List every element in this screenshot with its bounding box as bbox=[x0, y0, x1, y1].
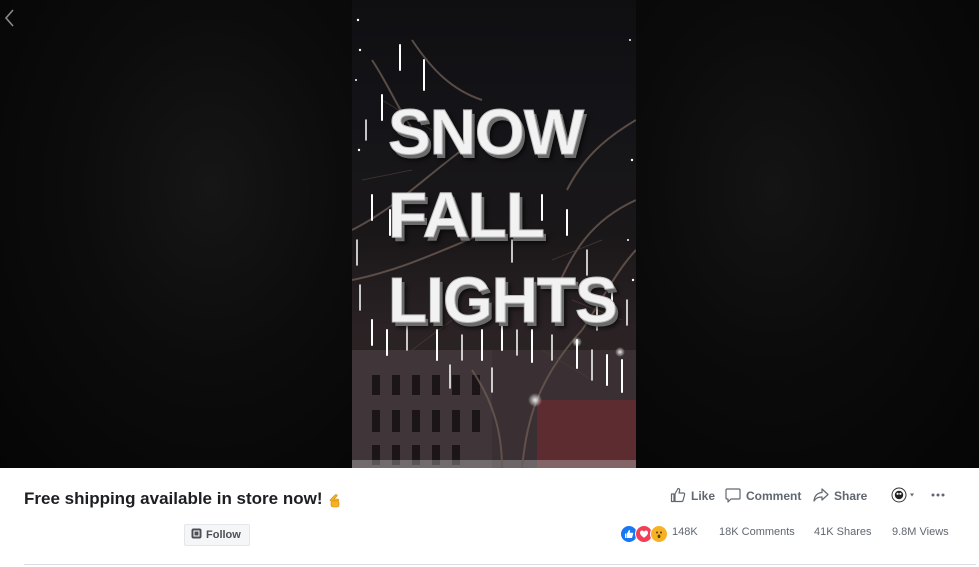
video-viewer: SNOW FALL LIGHTS Free shipping available… bbox=[0, 0, 979, 567]
share-button[interactable]: Share bbox=[813, 486, 867, 506]
video-player[interactable]: SNOW FALL LIGHTS bbox=[0, 0, 979, 468]
overlay-line-3: LIGHTS bbox=[388, 264, 619, 336]
views-count: 9.8M Views bbox=[892, 526, 949, 538]
avatar-dropdown-icon bbox=[891, 487, 917, 506]
more-dots-icon bbox=[930, 487, 946, 506]
video-backdrop-left bbox=[0, 0, 352, 468]
back-button[interactable] bbox=[0, 8, 18, 32]
follow-label: Follow bbox=[206, 529, 241, 541]
share-arrow-icon bbox=[813, 487, 829, 506]
shares-count[interactable]: 41K Shares bbox=[814, 526, 871, 538]
like-button[interactable]: Like bbox=[670, 486, 715, 506]
overlay-line-1: SNOW bbox=[388, 96, 585, 168]
divider bbox=[24, 564, 976, 565]
post-caption: Free shipping available in store now! bbox=[24, 488, 346, 510]
comments-count[interactable]: 18K Comments bbox=[719, 526, 795, 538]
overlay-line-2: FALL bbox=[388, 179, 546, 251]
caption-text: Free shipping available in store now! bbox=[24, 489, 323, 508]
share-label: Share bbox=[834, 489, 868, 503]
comment-bubble-icon bbox=[725, 487, 741, 506]
video-backdrop-right bbox=[636, 0, 979, 468]
comment-button[interactable]: Comment bbox=[725, 486, 801, 506]
wow-reaction-icon bbox=[650, 525, 668, 543]
more-options-button[interactable] bbox=[930, 486, 946, 506]
follow-button[interactable]: Follow bbox=[184, 524, 250, 546]
reactions-count[interactable]: 148K bbox=[672, 526, 698, 538]
like-label: Like bbox=[691, 489, 716, 503]
thumbs-up-icon bbox=[670, 487, 686, 506]
comment-label: Comment bbox=[746, 489, 802, 503]
page-selector-button[interactable] bbox=[891, 486, 917, 506]
post-info-bar: Free shipping available in store now! Fo… bbox=[0, 468, 979, 567]
chevron-left-icon bbox=[3, 8, 15, 33]
pointing-hand-icon bbox=[328, 492, 346, 510]
follow-icon bbox=[191, 528, 202, 542]
reaction-icons[interactable] bbox=[620, 525, 668, 543]
video-frame[interactable]: SNOW FALL LIGHTS bbox=[352, 0, 636, 468]
